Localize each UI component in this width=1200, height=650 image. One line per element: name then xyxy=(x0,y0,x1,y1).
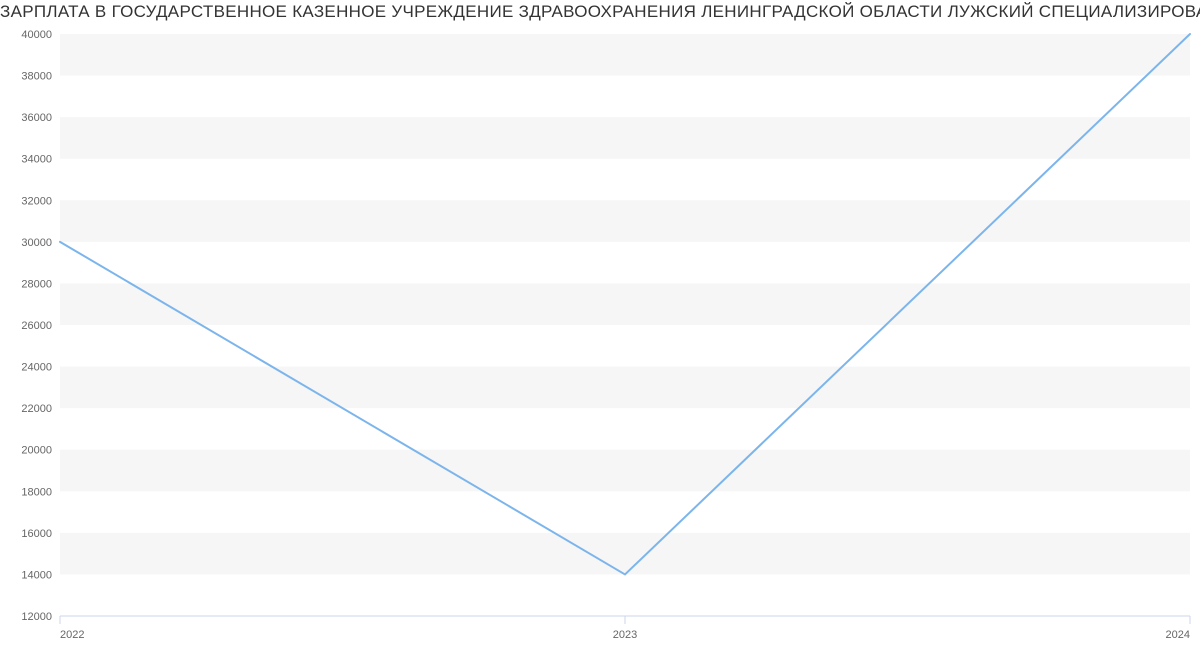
y-tick-label: 24000 xyxy=(21,362,52,374)
y-tick-label: 34000 xyxy=(21,154,52,166)
grid-bands xyxy=(60,34,1190,574)
y-tick-label: 28000 xyxy=(21,278,52,290)
y-tick-label: 14000 xyxy=(21,569,52,581)
x-tick-label: 2022 xyxy=(60,629,84,641)
y-tick-label: 40000 xyxy=(21,29,52,41)
y-tick-label: 32000 xyxy=(21,195,52,207)
x-axis: 2022 2023 2024 xyxy=(60,616,1190,641)
chart-container: ЗАРПЛАТА В ГОСУДАРСТВЕННОЕ КАЗЕННОЕ УЧРЕ… xyxy=(0,0,1200,650)
y-tick-label: 38000 xyxy=(21,71,52,83)
y-tick-label: 30000 xyxy=(21,237,52,249)
y-tick-label: 18000 xyxy=(21,486,52,498)
x-tick-label: 2024 xyxy=(1166,629,1190,641)
y-tick-label: 12000 xyxy=(21,611,52,623)
chart-plot-area: 12000 14000 16000 18000 20000 22000 24000 26000… xyxy=(0,24,1200,650)
y-tick-label: 22000 xyxy=(21,403,52,415)
y-tick-label: 16000 xyxy=(21,528,52,540)
y-tick-label: 26000 xyxy=(21,320,52,332)
chart-title: ЗАРПЛАТА В ГОСУДАРСТВЕННОЕ КАЗЕННОЕ УЧРЕ… xyxy=(0,0,1200,24)
y-tick-label: 20000 xyxy=(21,445,52,457)
y-axis: 12000 14000 16000 18000 20000 22000 24000 26000… xyxy=(21,29,52,623)
y-tick-label: 36000 xyxy=(21,112,52,124)
x-tick-label: 2023 xyxy=(613,629,637,641)
